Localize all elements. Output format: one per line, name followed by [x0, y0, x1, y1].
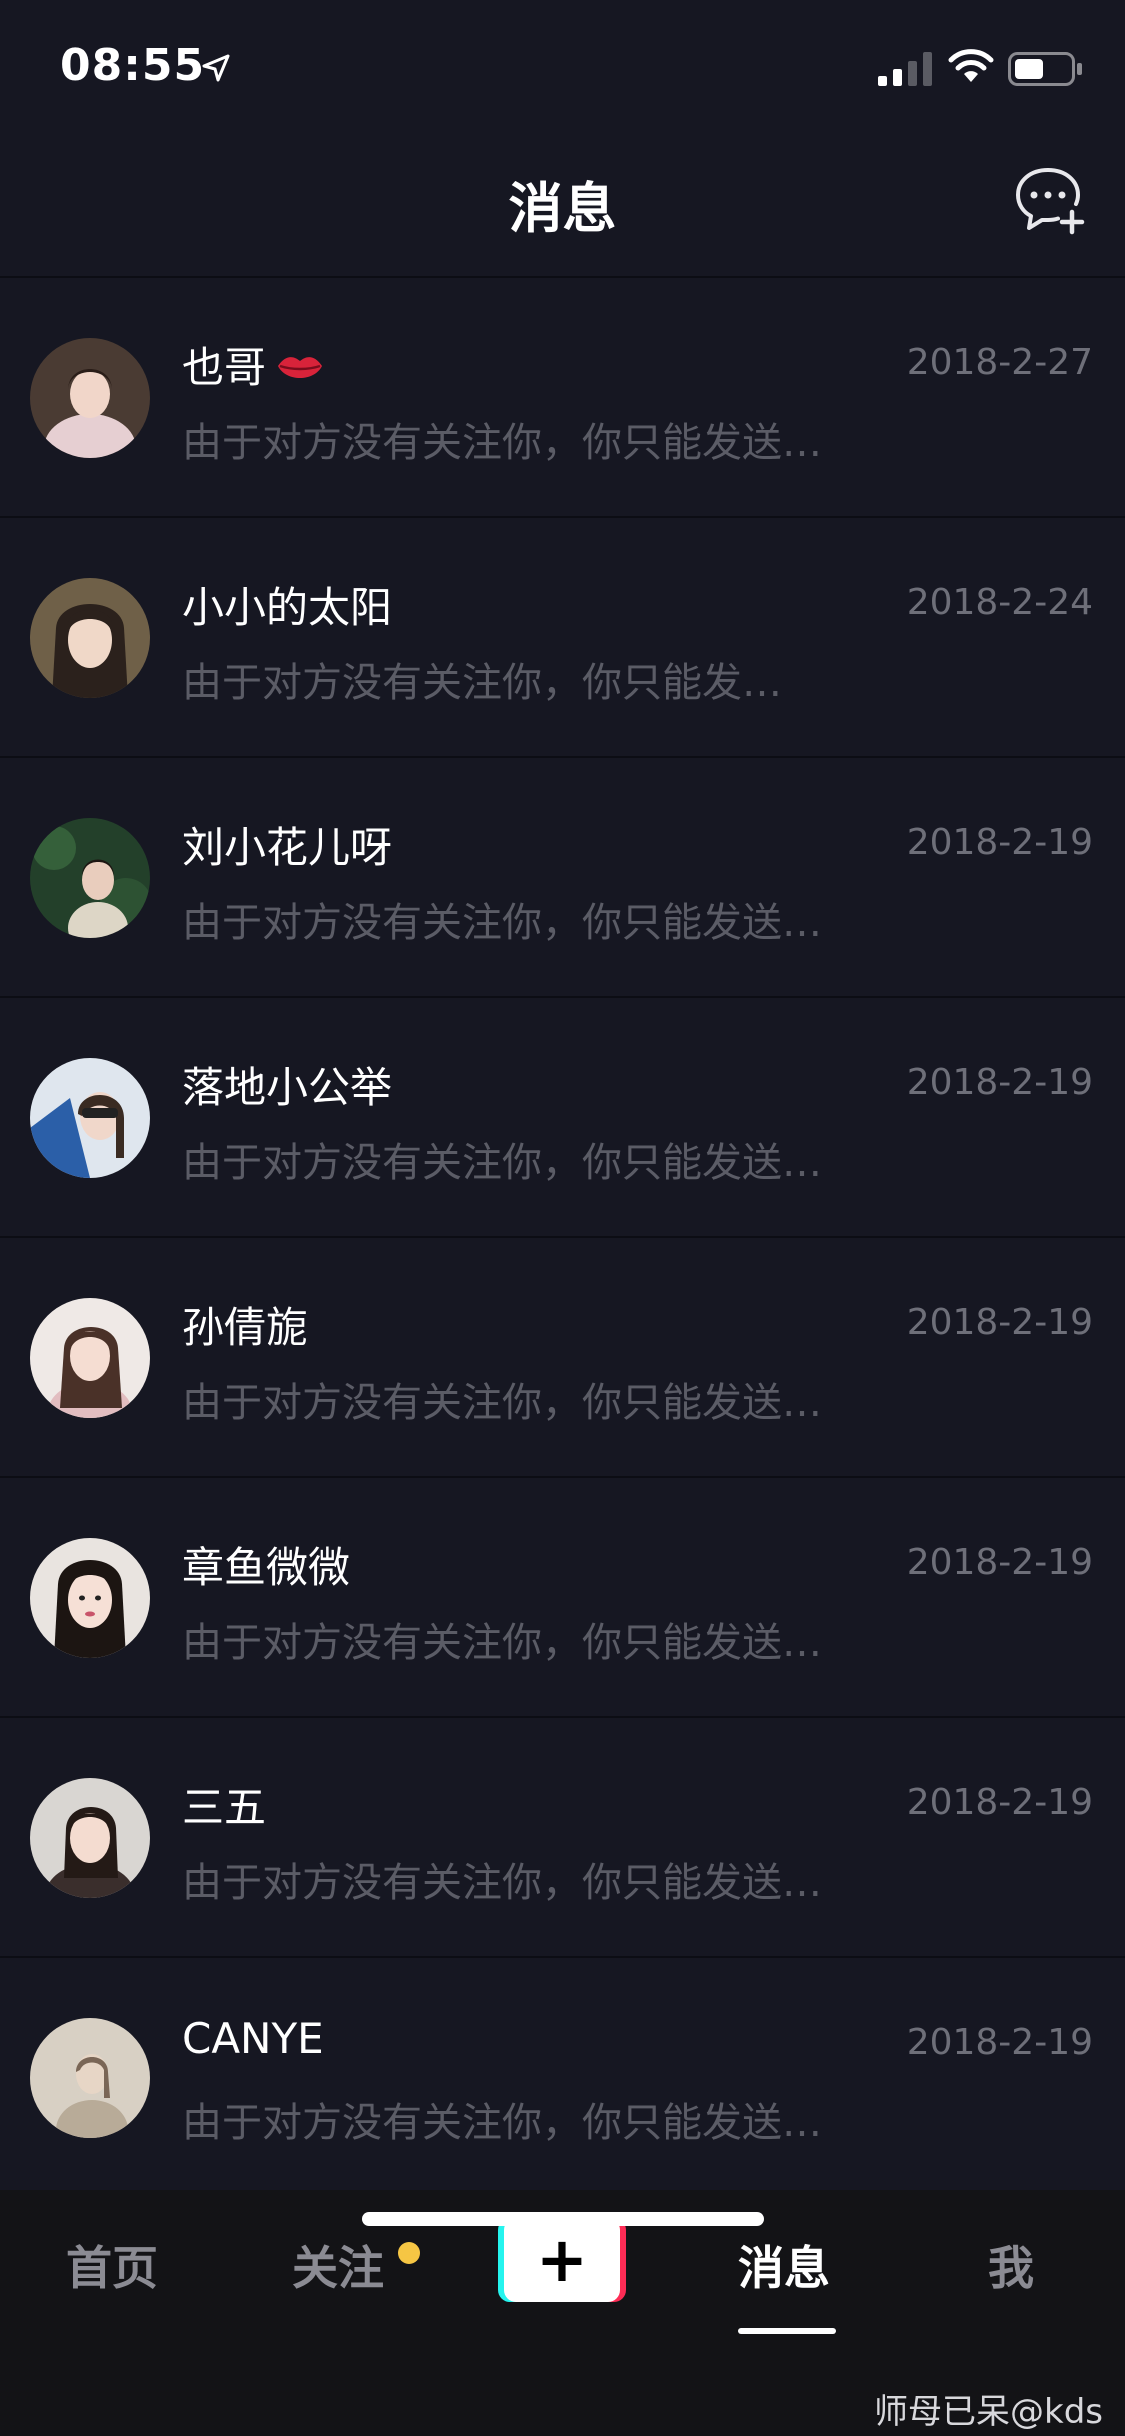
create-button[interactable]: + [498, 2218, 626, 2302]
message-date: 2018-2-24 [906, 582, 1093, 623]
location-arrow-icon [202, 54, 230, 82]
watermark: 师母已呆@kds [874, 2392, 1103, 2432]
contact-name: CANYE [182, 2014, 324, 2063]
status-bar: 08:55 [0, 0, 1125, 132]
contact-name: 刘小花儿呀 [182, 823, 393, 872]
home-indicator[interactable] [362, 2212, 764, 2226]
message-list[interactable]: 也哥 2018-2-27 由于对方没有关注你，你只能发送… 小小的太阳 2018… [0, 278, 1125, 2188]
message-row[interactable]: 也哥 2018-2-27 由于对方没有关注你，你只能发送… [0, 278, 1125, 518]
new-chat-icon[interactable] [1010, 162, 1086, 238]
message-preview: 由于对方没有关注你，你只能发送… [182, 420, 822, 466]
message-preview: 由于对方没有关注你，你只能发送… [182, 1860, 822, 1906]
avatar[interactable] [30, 1058, 150, 1178]
message-preview: 由于对方没有关注你，你只能发送… [182, 1140, 822, 1186]
lips-icon [278, 357, 323, 378]
message-preview: 由于对方没有关注你，你只能发送… [182, 1620, 822, 1666]
message-preview: 由于对方没有关注你，你只能发送… [182, 900, 822, 946]
nav-bar: 消息 [0, 132, 1125, 278]
message-row[interactable]: 刘小花儿呀 2018-2-19 由于对方没有关注你，你只能发送… [0, 758, 1125, 998]
contact-name: 孙倩旎 [182, 1303, 309, 1352]
contact-name: 也哥 [182, 334, 326, 395]
contact-name: 三五 [182, 1783, 267, 1832]
tab-home[interactable]: 首页 [66, 2232, 158, 2298]
tab-me[interactable]: 我 [988, 2232, 1034, 2298]
message-date: 2018-2-19 [906, 822, 1093, 863]
tab-follow[interactable]: 关注 [292, 2232, 384, 2298]
avatar[interactable] [30, 818, 150, 938]
message-date: 2018-2-19 [906, 1782, 1093, 1823]
battery-icon [1008, 52, 1082, 86]
message-row[interactable]: 章鱼微微 2018-2-19 由于对方没有关注你，你只能发送… [0, 1478, 1125, 1718]
message-preview: 由于对方没有关注你，你只能发送… [182, 1380, 822, 1426]
avatar[interactable] [30, 578, 150, 698]
message-row[interactable]: 三五 2018-2-19 由于对方没有关注你，你只能发送… [0, 1718, 1125, 1958]
avatar[interactable] [30, 1298, 150, 1418]
page-title: 消息 [508, 177, 617, 240]
wifi-icon [948, 49, 994, 82]
avatar[interactable] [30, 2018, 150, 2138]
tab-messages[interactable]: 消息 [738, 2232, 830, 2298]
active-tab-indicator [738, 2328, 836, 2334]
avatar[interactable] [30, 1538, 150, 1658]
message-date: 2018-2-19 [906, 1542, 1093, 1583]
contact-name: 小小的太阳 [182, 583, 393, 632]
message-date: 2018-2-27 [906, 342, 1093, 383]
signal-icon [878, 52, 932, 86]
contact-name: 章鱼微微 [182, 1543, 351, 1592]
message-row[interactable]: 小小的太阳 2018-2-24 由于对方没有关注你，你只能发… [0, 518, 1125, 758]
contact-name: 落地小公举 [182, 1063, 393, 1112]
message-date: 2018-2-19 [906, 1062, 1093, 1103]
message-date: 2018-2-19 [906, 1302, 1093, 1343]
message-row[interactable]: 孙倩旎 2018-2-19 由于对方没有关注你，你只能发送… [0, 1238, 1125, 1478]
avatar[interactable] [30, 1778, 150, 1898]
message-date: 2018-2-19 [906, 2022, 1093, 2063]
message-preview: 由于对方没有关注你，你只能发送… [182, 2100, 822, 2146]
notification-dot [398, 2242, 420, 2264]
message-row[interactable]: 落地小公举 2018-2-19 由于对方没有关注你，你只能发送… [0, 998, 1125, 1238]
message-row[interactable]: CANYE 2018-2-19 由于对方没有关注你，你只能发送… [0, 1958, 1125, 2188]
message-preview: 由于对方没有关注你，你只能发… [182, 660, 782, 706]
status-time: 08:55 [60, 40, 206, 91]
plus-icon: + [536, 2223, 588, 2296]
avatar[interactable] [30, 338, 150, 458]
